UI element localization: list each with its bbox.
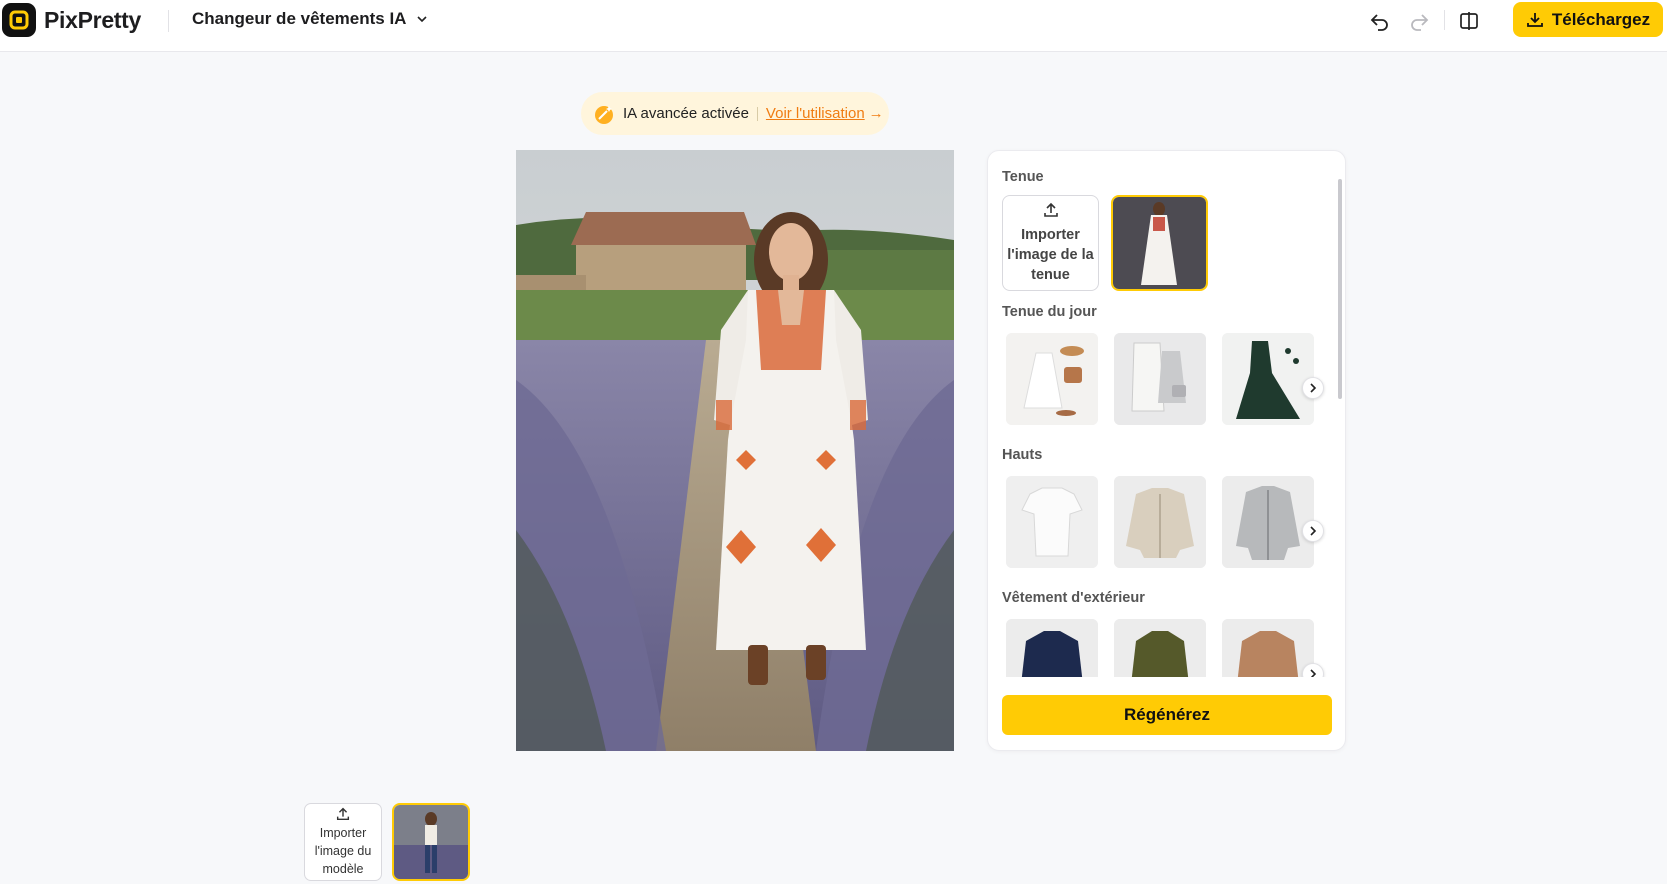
chevron-down-icon	[417, 16, 428, 23]
section-title-outfit: Tenue	[1002, 169, 1044, 185]
outfit-panel-scroll[interactable]: Tenue Importer l'image de la tenue Tenue…	[988, 151, 1338, 677]
magic-wand-icon	[595, 105, 613, 124]
tool-name: Changeur de vêtements IA	[192, 9, 407, 28]
section-title-tops: Hauts	[1002, 447, 1043, 463]
upload-model-label: Importer l'image du modèle	[314, 826, 372, 876]
redo-icon[interactable]	[1406, 8, 1432, 34]
compare-icon[interactable]	[1456, 8, 1482, 34]
outerwear-navy-jacket[interactable]	[1006, 619, 1098, 677]
download-button[interactable]: Téléchargez	[1513, 2, 1663, 37]
outerwear-next-button[interactable]	[1302, 663, 1324, 677]
upload-outfit-button[interactable]: Importer l'image de la tenue	[1002, 195, 1099, 291]
outfit-of-day-next-button[interactable]	[1302, 377, 1324, 399]
tool-selector[interactable]: Changeur de vêtements IA	[192, 9, 428, 29]
download-icon	[1526, 12, 1543, 27]
outfit-white-dress[interactable]	[1006, 333, 1098, 425]
undo-icon[interactable]	[1367, 8, 1393, 34]
banner-separator	[756, 106, 758, 121]
download-label: Téléchargez	[1551, 9, 1651, 29]
top-white-tshirt[interactable]	[1006, 476, 1098, 568]
outfit-green-gown[interactable]	[1222, 333, 1314, 425]
logo[interactable]: PixPretty	[2, 3, 141, 37]
selected-outfit-thumbnail[interactable]	[1111, 195, 1208, 291]
chevron-right-icon	[1310, 383, 1317, 393]
section-title-outfit-of-day: Tenue du jour	[1002, 304, 1097, 320]
upload-icon	[336, 807, 350, 821]
outerwear-olive-jacket[interactable]	[1114, 619, 1206, 677]
header-divider	[168, 10, 169, 32]
tops-next-button[interactable]	[1302, 520, 1324, 542]
outfit-panel: Tenue Importer l'image de la tenue Tenue…	[987, 150, 1346, 751]
header-separator	[1444, 10, 1445, 30]
selected-model-thumbnail[interactable]	[392, 803, 470, 881]
upload-icon	[1043, 202, 1058, 217]
chevron-right-icon	[1310, 526, 1317, 536]
upload-model-button[interactable]: Importer l'image du modèle	[304, 803, 382, 881]
top-bar: PixPretty Changeur de vêtements IA Téléc…	[0, 0, 1667, 52]
view-usage-link[interactable]: Voir l'utilisation	[766, 105, 865, 122]
regenerate-button[interactable]: Régénérez	[1002, 695, 1332, 735]
section-title-outerwear: Vêtement d'extérieur	[1002, 590, 1145, 606]
panel-scrollbar[interactable]	[1338, 179, 1342, 399]
ai-status-text: IA avancée activée	[623, 105, 749, 122]
top-grey-shirt[interactable]	[1222, 476, 1314, 568]
result-image	[516, 150, 954, 751]
upload-outfit-label: Importer l'image de la tenue	[1007, 227, 1094, 283]
ai-status-banner: IA avancée activée Voir l'utilisation →	[581, 92, 889, 135]
logo-text: PixPretty	[44, 6, 142, 33]
chevron-right-icon	[1310, 669, 1317, 677]
pixpretty-logo-icon	[2, 3, 36, 37]
outfit-white-coat[interactable]	[1114, 333, 1206, 425]
top-beige-cardigan[interactable]	[1114, 476, 1206, 568]
arrow-right-icon: →	[868, 105, 884, 122]
outerwear-camel-blazer[interactable]	[1222, 619, 1314, 677]
